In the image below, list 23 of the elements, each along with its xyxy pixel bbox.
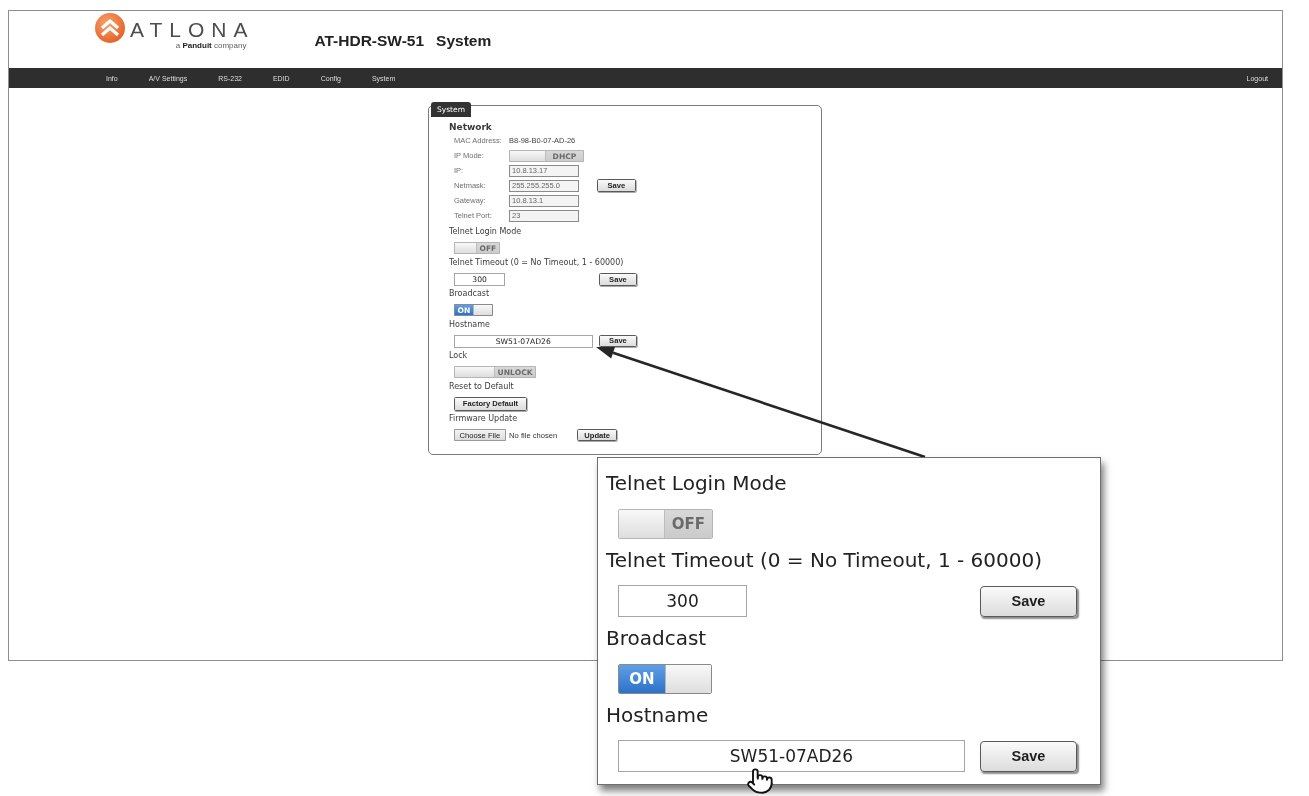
section-heading: Telnet Login Mode — [449, 227, 522, 238]
page-title: System — [436, 31, 492, 50]
model-name: AT-HDR-SW-51 — [314, 31, 425, 50]
logo-icon — [95, 13, 125, 43]
section-heading: Telnet Timeout (0 = No Timeout, 1 - 60000) — [606, 547, 1042, 573]
save-button[interactable]: Save — [980, 740, 1077, 772]
text-field[interactable]: SW51-07AD26 — [618, 740, 965, 772]
logo-wordmark: ATLONA — [130, 21, 255, 39]
section-heading: Network — [449, 122, 492, 132]
toggle-switch[interactable]: ON — [618, 663, 712, 694]
section-heading: Hostname — [449, 319, 490, 331]
section-heading: Telnet Login Mode — [606, 470, 787, 496]
section-heading: Hostname — [606, 702, 709, 728]
section-heading: Broadcast — [449, 288, 490, 300]
section-heading: Broadcast — [606, 625, 707, 651]
save-button[interactable]: Save — [980, 585, 1077, 617]
number-field[interactable]: 300 — [618, 585, 747, 617]
section-heading: Telnet Timeout (0 = No Timeout, 1 - 60000) — [449, 257, 624, 269]
toggle-switch[interactable]: OFF — [618, 508, 713, 539]
logo-tagline: a Panduit company — [175, 41, 247, 50]
section-heading: Reset to Default — [449, 381, 514, 393]
section-heading: Firmware Update — [449, 414, 518, 425]
section-heading: Lock — [449, 350, 468, 362]
